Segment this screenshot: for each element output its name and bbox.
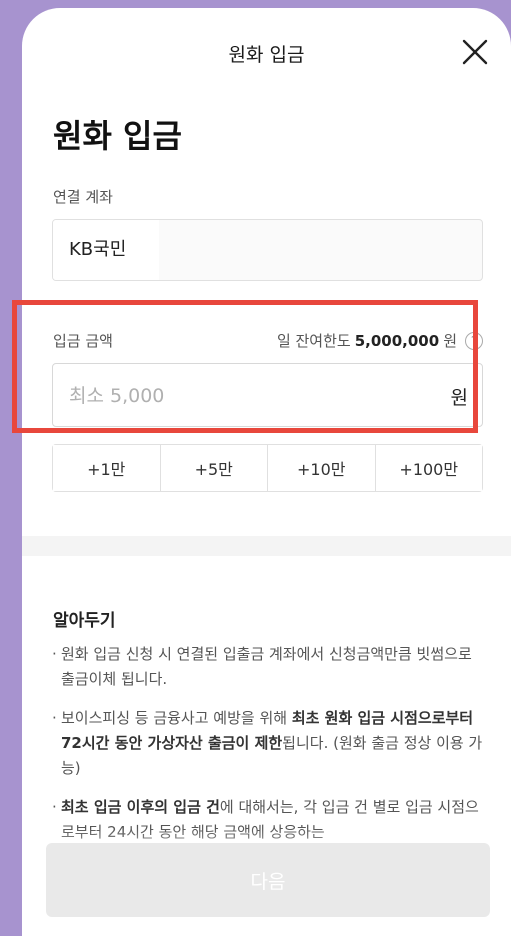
limit-value: 5,000,000 <box>354 331 440 350</box>
header-title: 원화 입금 <box>228 44 305 66</box>
header: 원화 입금 <box>22 30 511 78</box>
limit-unit: 원 <box>443 332 457 350</box>
amount-unit: 원 <box>450 387 468 409</box>
notice-item: 원화 입금 신청 시 연결된 입출금 계좌에서 신청금액만큼 빗썸으로 출금이체… <box>52 642 486 692</box>
limit-prefix: 일 잔여한도 <box>276 332 351 350</box>
notice-list: 원화 입금 신청 시 연결된 입출금 계좌에서 신청금액만큼 빗썸으로 출금이체… <box>52 642 486 859</box>
notice-text: 보이스피싱 등 금융사고 예방을 위해 <box>61 709 292 727</box>
account-value: KB국민 <box>53 220 159 280</box>
amount-input[interactable] <box>67 364 411 428</box>
add-50000-button[interactable]: +5만 <box>160 445 268 491</box>
add-1000000-button[interactable]: +100만 <box>375 445 482 491</box>
add-100000-button[interactable]: +10만 <box>268 445 376 491</box>
deposit-sheet: 원화 입금 원화 입금 연결 계좌 KB국민 입금 금액 일 잔여한도 5,00… <box>22 8 511 936</box>
daily-limit: 일 잔여한도 5,000,000 원 ? <box>277 330 483 351</box>
close-icon <box>462 39 488 65</box>
add-10000-button[interactable]: +1만 <box>53 445 161 491</box>
account-select[interactable]: KB국민 <box>52 219 483 281</box>
page-title: 원화 입금 <box>53 117 182 155</box>
question-icon[interactable]: ? <box>465 331 483 350</box>
account-label: 연결 계좌 <box>53 188 113 206</box>
next-button[interactable]: 다음 <box>46 843 490 917</box>
quick-amount-buttons: +1만 +5만 +10만 +100만 <box>52 444 483 492</box>
notice-item: 보이스피싱 등 금융사고 예방을 위해 최초 원화 입금 시점으로부터 72시간… <box>52 706 486 781</box>
amount-label: 입금 금액 <box>53 332 113 350</box>
notice-text: 원화 입금 신청 시 연결된 입출금 계좌에서 신청금액만큼 빗썸으로 출금이체… <box>61 645 472 688</box>
section-divider <box>22 536 511 556</box>
amount-field[interactable]: 원 <box>52 363 483 428</box>
notice-title: 알아두기 <box>53 611 116 631</box>
notice-bold: 최초 입금 이후의 입금 건 <box>61 798 220 816</box>
close-button[interactable] <box>455 32 495 72</box>
